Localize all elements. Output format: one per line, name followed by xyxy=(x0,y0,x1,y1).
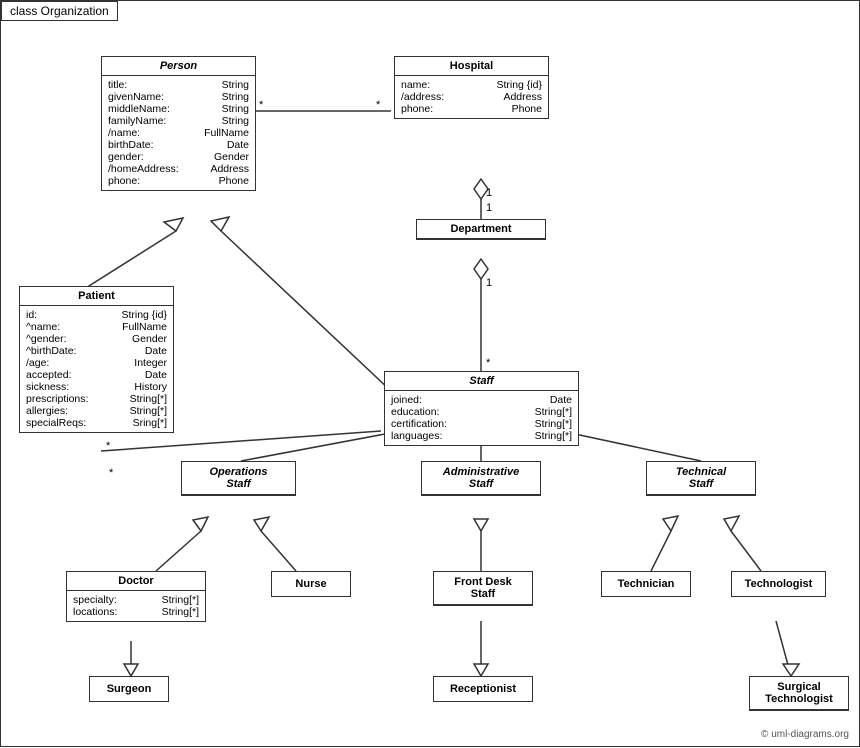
class-surgical-tech: SurgicalTechnologist xyxy=(749,676,849,711)
class-technical-staff: TechnicalStaff xyxy=(646,461,756,496)
class-surgeon: Surgeon xyxy=(89,676,169,702)
class-person-attrs: title:String givenName:String middleName… xyxy=(102,76,255,190)
svg-text:*: * xyxy=(376,99,381,111)
class-patient-name: Patient xyxy=(20,287,173,306)
class-staff: Staff joined:Date education:String[*] ce… xyxy=(384,371,579,446)
class-surgical-tech-name: SurgicalTechnologist xyxy=(750,677,848,710)
svg-text:*: * xyxy=(109,467,114,479)
class-receptionist: Receptionist xyxy=(433,676,533,702)
class-doctor: Doctor specialty:String[*] locations:Str… xyxy=(66,571,206,622)
class-doctor-name: Doctor xyxy=(67,572,205,591)
class-ops-staff-name: OperationsStaff xyxy=(182,462,295,495)
class-doctor-attrs: specialty:String[*] locations:String[*] xyxy=(67,591,205,621)
class-operations-staff: OperationsStaff xyxy=(181,461,296,496)
svg-text:1: 1 xyxy=(486,187,492,199)
svg-text:*: * xyxy=(486,357,491,369)
class-admin-staff-name: AdministrativeStaff xyxy=(422,462,540,495)
class-patient-attrs: id:String {id} ^name:FullName ^gender:Ge… xyxy=(20,306,173,432)
class-hospital-name: Hospital xyxy=(395,57,548,76)
class-person-name: Person xyxy=(102,57,255,76)
class-staff-name: Staff xyxy=(385,372,578,391)
class-hospital-attrs: name:String {id} /address:Address phone:… xyxy=(395,76,548,118)
class-front-desk: Front DeskStaff xyxy=(433,571,533,606)
class-tech-staff-name: TechnicalStaff xyxy=(647,462,755,495)
class-staff-attrs: joined:Date education:String[*] certific… xyxy=(385,391,578,445)
svg-text:*: * xyxy=(259,99,264,111)
class-admin-staff: AdministrativeStaff xyxy=(421,461,541,496)
diagram-title: class Organization xyxy=(1,1,118,21)
svg-text:1: 1 xyxy=(486,202,492,214)
class-technologist: Technologist xyxy=(731,571,826,597)
copyright-text: © uml-diagrams.org xyxy=(761,729,849,740)
svg-text:*: * xyxy=(106,440,111,452)
class-department-name: Department xyxy=(417,220,545,239)
class-front-desk-name: Front DeskStaff xyxy=(434,572,532,605)
class-department: Department xyxy=(416,219,546,240)
diagram-container: class Organization * * 1 1 1 * xyxy=(0,0,860,747)
class-patient: Patient id:String {id} ^name:FullName ^g… xyxy=(19,286,174,433)
class-person: Person title:String givenName:String mid… xyxy=(101,56,256,191)
class-nurse: Nurse xyxy=(271,571,351,597)
class-technician: Technician xyxy=(601,571,691,597)
svg-text:1: 1 xyxy=(486,277,492,289)
class-hospital: Hospital name:String {id} /address:Addre… xyxy=(394,56,549,119)
